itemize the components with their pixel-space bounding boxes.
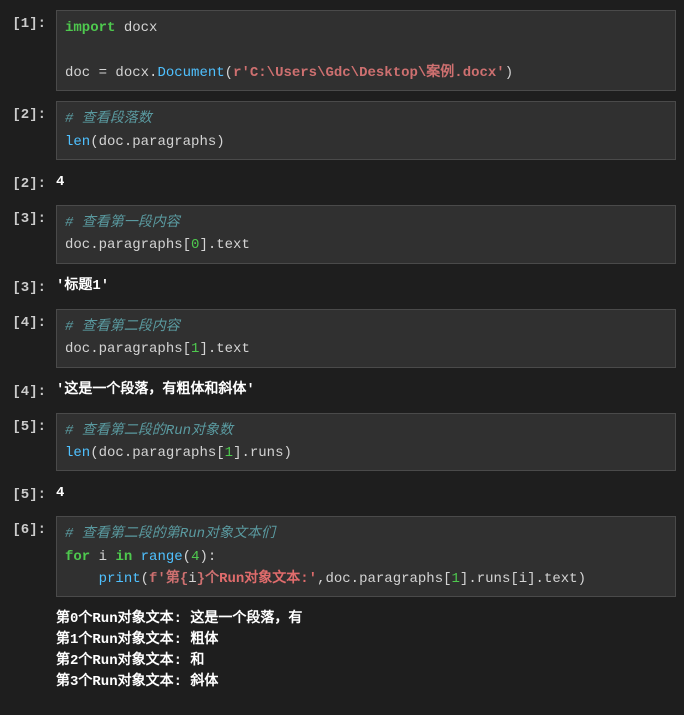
cell-6: [6]: # 查看第二段的第Run对象文本们 for i in range(4)… (8, 516, 676, 597)
cell-1: [1]: import docx doc = docx.Document(r'C… (8, 10, 676, 91)
prompt-in-2: [2]: (8, 101, 56, 160)
prompt-out-5: [5]: (8, 481, 56, 506)
code-block-2[interactable]: # 查看段落数 len(doc.paragraphs) (56, 101, 676, 160)
cell-5: [5]: # 查看第二段的Run对象数 len(doc.paragraphs[1… (8, 413, 676, 472)
prompt-out-6 (8, 607, 56, 695)
prompt-in-4: [4]: (8, 309, 56, 368)
output-text-6: 第0个Run对象文本: 这是一个段落，有 第1个Run对象文本: 粗体 第2个R… (56, 607, 676, 695)
output-2: [2]: 4 (8, 170, 676, 195)
prompt-in-6: [6]: (8, 516, 56, 597)
cell-4: [4]: # 查看第二段内容 doc.paragraphs[1].text (8, 309, 676, 368)
output-6: 第0个Run对象文本: 这是一个段落，有 第1个Run对象文本: 粗体 第2个R… (8, 607, 676, 695)
output-text-3: '标题1' (56, 274, 676, 299)
prompt-out-3: [3]: (8, 274, 56, 299)
output-3: [3]: '标题1' (8, 274, 676, 299)
code-block-1[interactable]: import docx doc = docx.Document(r'C:\Use… (56, 10, 676, 91)
code-block-4[interactable]: # 查看第二段内容 doc.paragraphs[1].text (56, 309, 676, 368)
prompt-in-1: [1]: (8, 10, 56, 91)
output-5: [5]: 4 (8, 481, 676, 506)
prompt-out-2: [2]: (8, 170, 56, 195)
code-block-5[interactable]: # 查看第二段的Run对象数 len(doc.paragraphs[1].run… (56, 413, 676, 472)
prompt-in-5: [5]: (8, 413, 56, 472)
output-text-5: 4 (56, 481, 676, 506)
code-block-3[interactable]: # 查看第一段内容 doc.paragraphs[0].text (56, 205, 676, 264)
output-text-4: '这是一个段落，有粗体和斜体' (56, 378, 676, 403)
prompt-in-3: [3]: (8, 205, 56, 264)
cell-3: [3]: # 查看第一段内容 doc.paragraphs[0].text (8, 205, 676, 264)
code-block-6[interactable]: # 查看第二段的第Run对象文本们 for i in range(4): pri… (56, 516, 676, 597)
prompt-out-4: [4]: (8, 378, 56, 403)
output-4: [4]: '这是一个段落，有粗体和斜体' (8, 378, 676, 403)
output-text-2: 4 (56, 170, 676, 195)
cell-2: [2]: # 查看段落数 len(doc.paragraphs) (8, 101, 676, 160)
